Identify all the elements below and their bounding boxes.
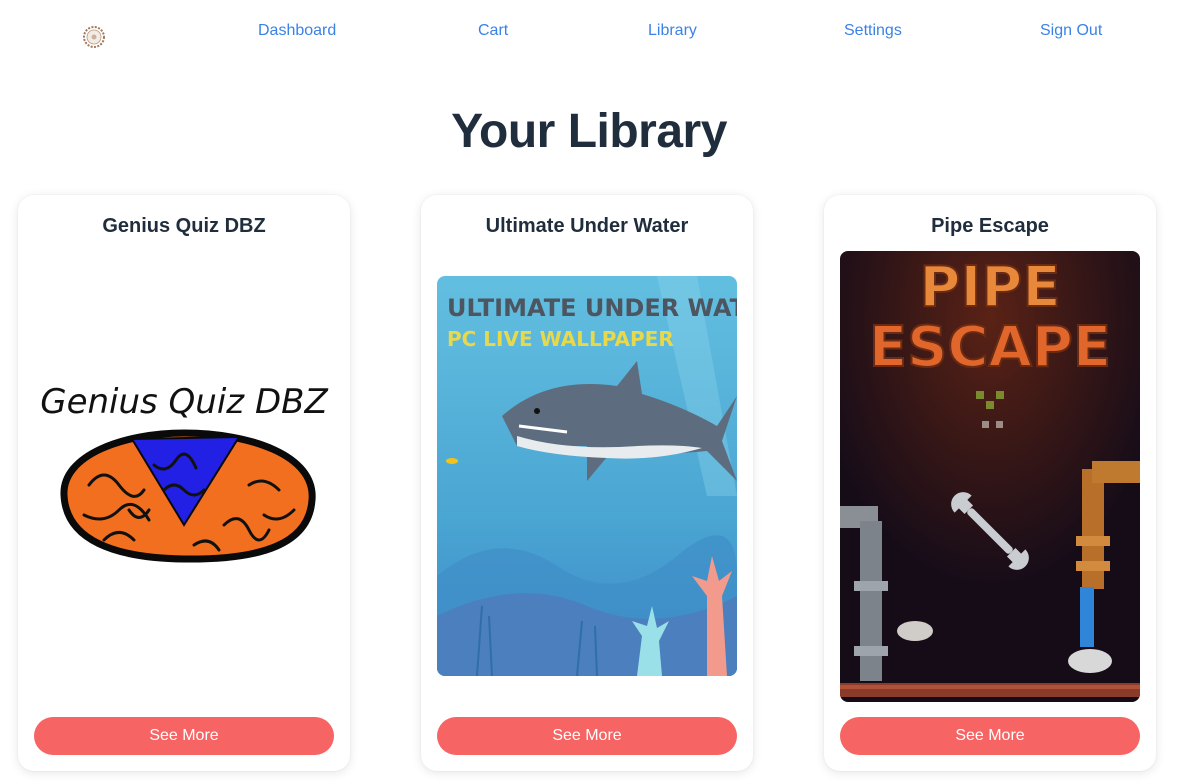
underwater-cover-title: ULTIMATE UNDER WATER	[447, 294, 737, 322]
underwater-cover-subtitle: PC LIVE WALLPAPER	[447, 327, 674, 351]
logo-icon[interactable]	[82, 25, 106, 49]
card-title: Pipe Escape	[931, 215, 1049, 237]
nav-settings-link[interactable]: Settings	[844, 22, 902, 40]
nav-sign-out-link[interactable]: Sign Out	[1040, 22, 1102, 40]
ultimate-under-water-cover-image[interactable]: ULTIMATE UNDER WATER PC LIVE WALLPAPER	[437, 276, 737, 676]
pipe-escape-cover-image[interactable]: PIPE ESCAPE	[840, 251, 1140, 702]
nav-dashboard-link[interactable]: Dashboard	[258, 22, 336, 40]
nav-cart-link[interactable]: Cart	[478, 22, 508, 40]
nav-library-link[interactable]: Library	[648, 22, 697, 40]
genius-quiz-cover-image[interactable]: Genius Quiz DBZ	[34, 375, 334, 575]
pipe-escape-logo-line-1: PIPE	[919, 255, 1060, 320]
library-card-genius-quiz: Genius Quiz DBZ Genius Quiz DBZ See More	[18, 195, 350, 771]
pipe-escape-logo-line-2: ESCAPE	[869, 315, 1111, 380]
top-navigation: Dashboard Cart Library Settings Sign Out	[0, 0, 1178, 66]
ultimate-under-water-cover-art: ULTIMATE UNDER WATER PC LIVE WALLPAPER	[437, 276, 737, 676]
card-title: Genius Quiz DBZ	[102, 215, 266, 237]
see-more-button[interactable]: See More	[34, 717, 334, 755]
see-more-button[interactable]: See More	[840, 717, 1140, 755]
page-title: Your Library	[451, 105, 727, 158]
library-card-ultimate-under-water: Ultimate Under Water ULTIMATE UNDER WATE…	[421, 195, 753, 771]
card-title: Ultimate Under Water	[485, 215, 689, 237]
genius-quiz-cover-text: Genius Quiz DBZ	[40, 382, 328, 422]
see-more-button[interactable]: See More	[437, 717, 737, 755]
pipe-escape-cover-art: PIPE ESCAPE	[840, 251, 1140, 702]
library-card-pipe-escape: Pipe Escape PIPE ESCAPE See More	[824, 195, 1156, 771]
genius-quiz-cover-art: Genius Quiz DBZ	[34, 375, 334, 575]
